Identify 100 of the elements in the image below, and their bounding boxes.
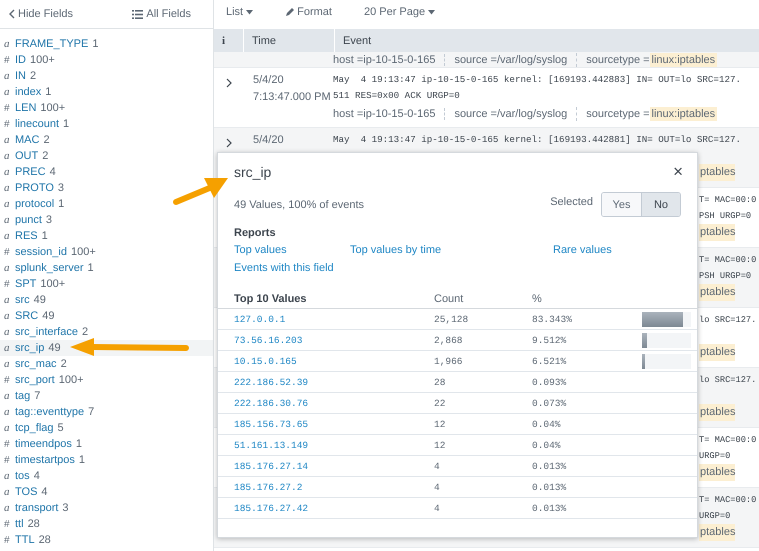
column-header: Top 10 Values xyxy=(233,292,308,304)
field-key: host = xyxy=(333,54,364,66)
event-text: May 4 19:13:47 ip-10-15-0-165 kernel: [169193.442883] IN= OUT=lo SRC=127. xyxy=(333,73,742,87)
field-value-tag[interactable]: linux:iptables xyxy=(650,53,718,67)
value-link[interactable]: 185.176.27.14 xyxy=(218,460,434,472)
event-text: PSH URGP=0 xyxy=(699,270,752,283)
table-cell-text: 1,966 xyxy=(434,356,464,366)
event-date: 5/4/20 xyxy=(253,73,285,88)
field-item[interactable]: # src_port 100+ xyxy=(0,372,86,388)
field-value[interactable]: /var/log/syslog xyxy=(496,108,568,120)
value-link[interactable]: 185.156.73.65 xyxy=(218,418,434,430)
report-link[interactable]: Rare values xyxy=(553,244,681,256)
field-item[interactable]: # session_id 100+ xyxy=(0,244,98,260)
table-cell-text: 0.073% xyxy=(532,398,568,408)
field-item[interactable]: a PREC 4 xyxy=(0,164,58,180)
field-item[interactable]: a transport 3 xyxy=(0,500,71,516)
field-item[interactable]: # ID 100+ xyxy=(0,52,57,68)
field-item[interactable]: a src_interface 2 xyxy=(0,324,90,340)
table-cell-text: 25,128 xyxy=(434,314,470,324)
field-value-tag: ptables xyxy=(699,524,736,541)
table-cell-text: 2,868 xyxy=(434,334,464,346)
field-item[interactable]: a src 49 xyxy=(0,292,48,308)
field-item[interactable]: a TOS 4 xyxy=(0,484,50,500)
hide-fields-button[interactable]: Hide Fields xyxy=(6,6,76,22)
field-item[interactable]: a SRC 49 xyxy=(0,308,56,324)
column-header: Event xyxy=(342,34,372,48)
field-item[interactable]: a MAC 2 xyxy=(0,132,52,148)
field-key: host = xyxy=(333,108,364,120)
chevron-right-icon xyxy=(226,138,232,148)
all-fields-button[interactable]: All Fields xyxy=(130,6,193,22)
pencil-icon xyxy=(285,8,294,16)
field-value-tag: ptables xyxy=(699,224,736,241)
field-item[interactable]: a tag 7 xyxy=(0,388,42,404)
table-cell-text: 9.512% xyxy=(532,334,568,346)
report-link[interactable]: Top values xyxy=(234,244,350,256)
field-key: source = xyxy=(454,54,497,66)
field-item[interactable]: # LEN 100+ xyxy=(0,100,68,116)
field-item[interactable]: a tcp_flag 5 xyxy=(0,420,66,436)
field-value[interactable]: ip-10-15-0-165 xyxy=(363,54,436,66)
value-link[interactable]: 222.186.30.76 xyxy=(218,398,434,408)
dropdown-button[interactable]: 20 Per Page xyxy=(360,4,440,20)
table-cell-text: 22 xyxy=(434,398,446,408)
event-text: 511 RES=0x00 ACK URGP=0 xyxy=(333,89,461,103)
field-item[interactable]: # linecount 1 xyxy=(0,116,72,132)
field-item[interactable]: a tag::eventtype 7 xyxy=(0,404,96,420)
event-text: T= MAC=00:0 xyxy=(699,494,758,507)
field-item[interactable]: a src_mac 2 xyxy=(0,356,69,372)
table-cell-text: 4 xyxy=(434,482,441,492)
field-item[interactable]: a index 1 xyxy=(0,84,54,100)
field-item[interactable]: a splunk_server 1 xyxy=(0,260,96,276)
value-link[interactable]: 127.0.0.1 xyxy=(218,314,434,324)
field-item[interactable]: a PROTO 3 xyxy=(0,180,66,196)
field-value-tag: ptables xyxy=(699,464,736,481)
field-item[interactable]: # ttl 28 xyxy=(0,516,42,532)
field-item[interactable]: a OUT 2 xyxy=(0,148,50,164)
value-link[interactable]: 222.186.52.39 xyxy=(218,376,434,388)
field-item[interactable]: a IN 2 xyxy=(0,68,38,84)
field-item[interactable]: # timeendpos 1 xyxy=(0,436,84,452)
event-time: 7:13:47.000 PM xyxy=(253,90,332,105)
event-text: PSH URGP=0 xyxy=(699,210,752,223)
value-link[interactable]: 73.56.16.203 xyxy=(218,334,434,346)
dropdown-button[interactable]: List xyxy=(222,4,258,20)
table-cell-text: 0.04% xyxy=(532,440,562,450)
toggle-button[interactable]: Yes xyxy=(602,193,641,216)
report-link[interactable]: Events with this field xyxy=(234,262,350,274)
column-header: Count xyxy=(434,292,464,304)
report-link[interactable]: Top values by time xyxy=(350,244,553,256)
chevron-right-icon xyxy=(226,78,232,88)
field-item[interactable]: a src_ip 49 xyxy=(0,340,63,356)
field-item[interactable]: a FRAME_TYPE 1 xyxy=(0,36,100,52)
field-item[interactable]: a tos 4 xyxy=(0,468,42,484)
event-text: lo SRC=127. xyxy=(699,314,758,327)
table-cell-text: 0.093% xyxy=(532,376,568,388)
field-value-tag[interactable]: linux:iptables xyxy=(650,107,718,121)
field-item[interactable]: # SPT 100+ xyxy=(0,276,68,292)
table-cell-text: 0.013% xyxy=(532,502,568,514)
field-value[interactable]: ip-10-15-0-165 xyxy=(363,108,436,120)
value-link[interactable]: 185.176.27.2 xyxy=(218,482,434,492)
field-item[interactable]: a RES 1 xyxy=(0,228,50,244)
popup-title: src_ip xyxy=(234,164,272,180)
field-value-tag: ptables xyxy=(699,164,736,181)
toggle-button[interactable]: No xyxy=(641,193,680,216)
field-item[interactable]: # TTL 28 xyxy=(0,532,53,548)
close-button[interactable]: × xyxy=(669,163,687,181)
value-link[interactable]: 51.161.13.149 xyxy=(218,440,434,450)
field-item[interactable]: a punct 3 xyxy=(0,212,54,228)
field-value[interactable]: /var/log/syslog xyxy=(496,54,568,66)
field-key: source = xyxy=(454,108,497,120)
list-icon xyxy=(132,10,144,18)
field-key: sourcetype = xyxy=(586,108,650,120)
table-cell-text: 12 xyxy=(434,418,446,430)
field-item[interactable]: # timestartpos 1 xyxy=(0,452,88,468)
table-cell-text: 0.013% xyxy=(532,482,568,492)
format-button[interactable]: Format xyxy=(281,4,336,20)
table-cell-text: 0.013% xyxy=(532,460,568,472)
values-summary: 49 Values, 100% of events xyxy=(234,198,364,210)
field-key: sourcetype = xyxy=(586,54,650,66)
field-item[interactable]: a protocol 1 xyxy=(0,196,66,212)
value-link[interactable]: 10.15.0.165 xyxy=(218,356,434,366)
value-link[interactable]: 185.176.27.42 xyxy=(218,502,434,514)
